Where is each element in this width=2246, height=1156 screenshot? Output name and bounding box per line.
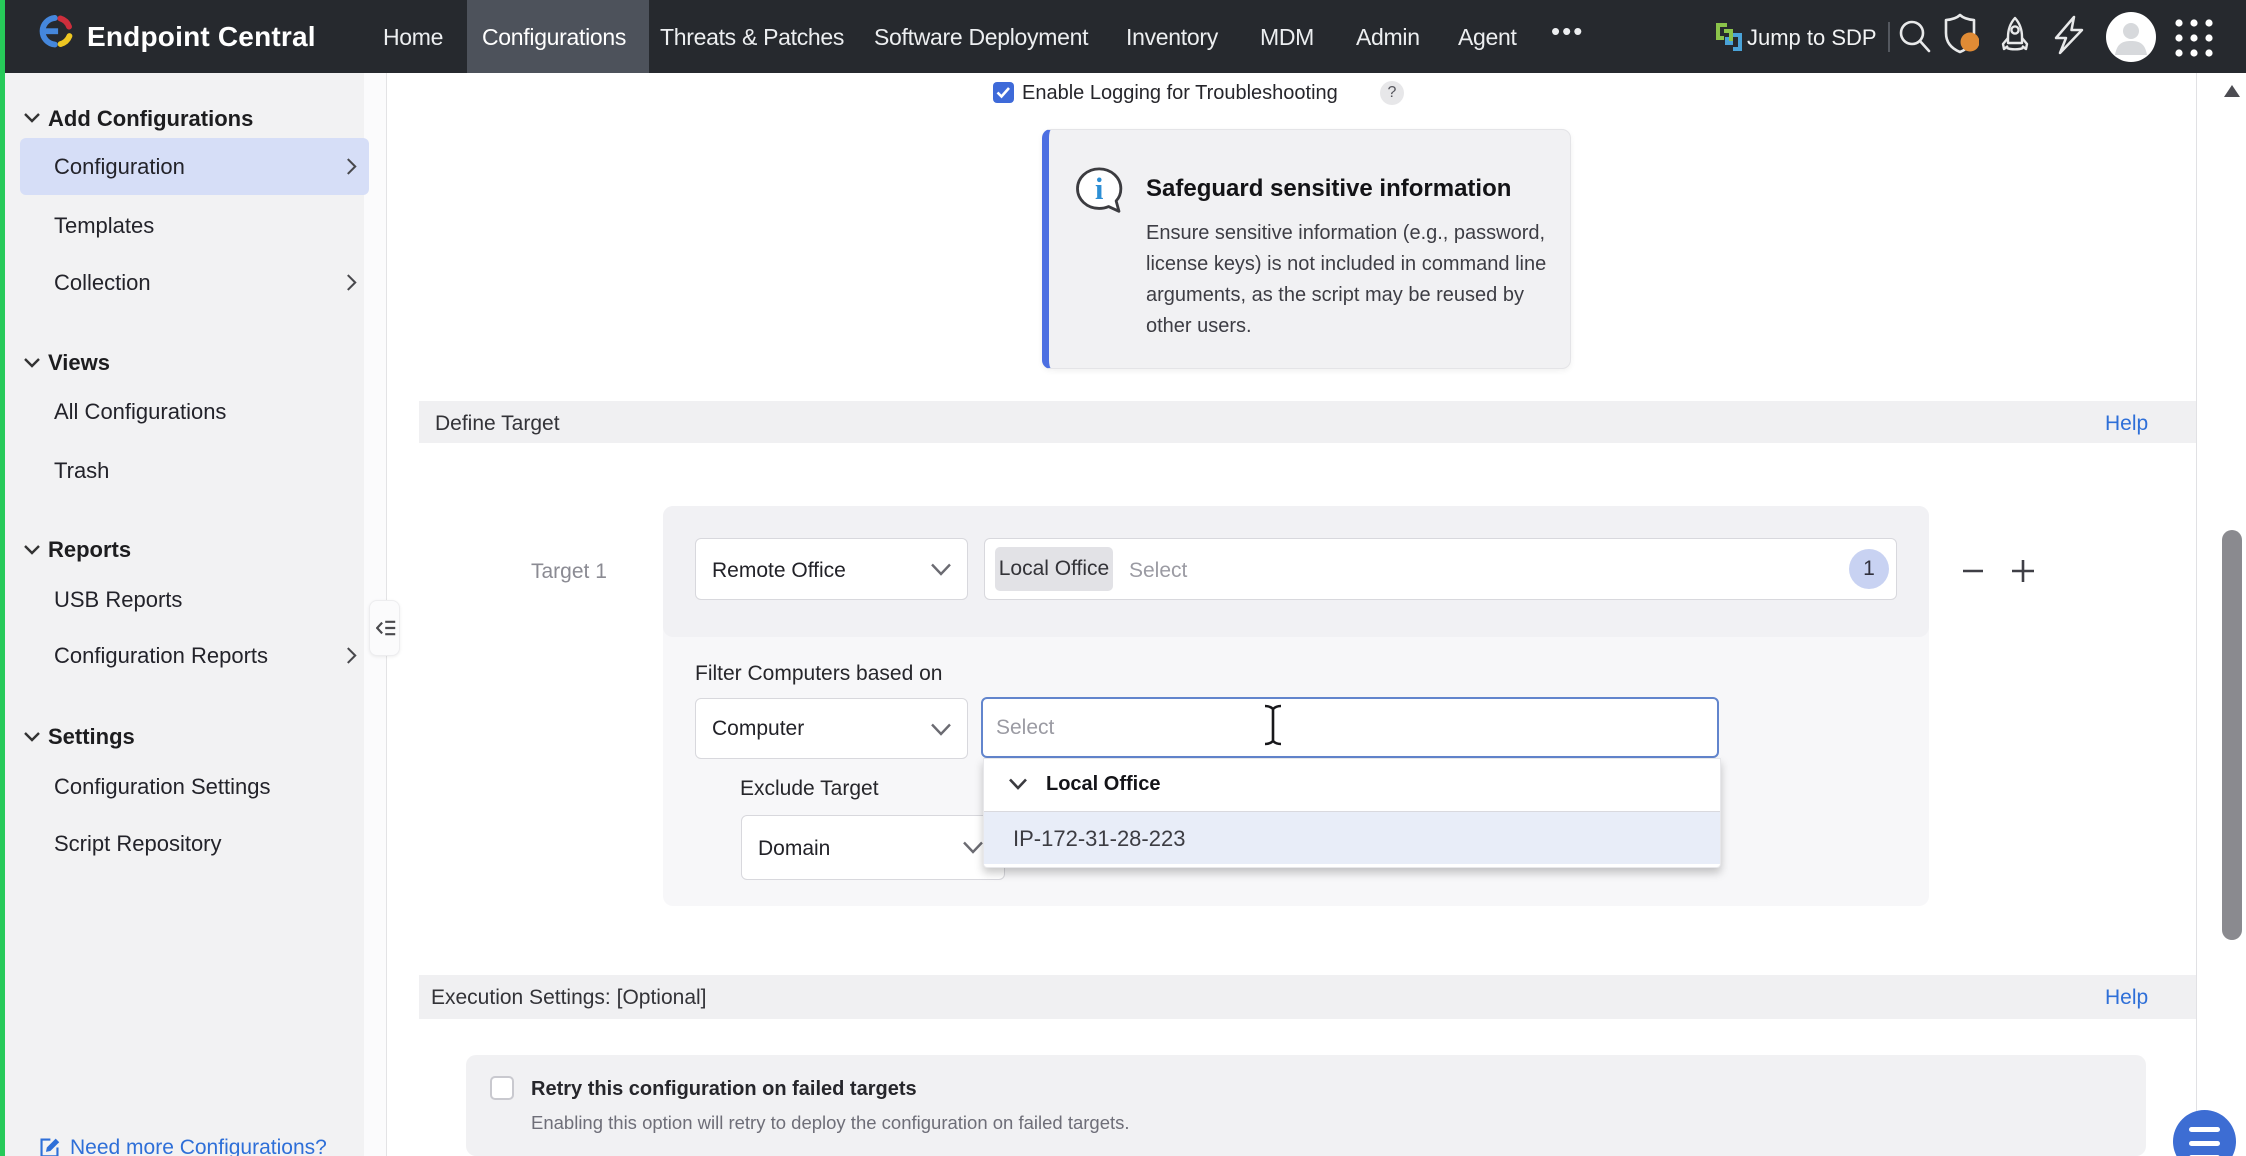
svg-text:i: i	[1095, 172, 1103, 206]
